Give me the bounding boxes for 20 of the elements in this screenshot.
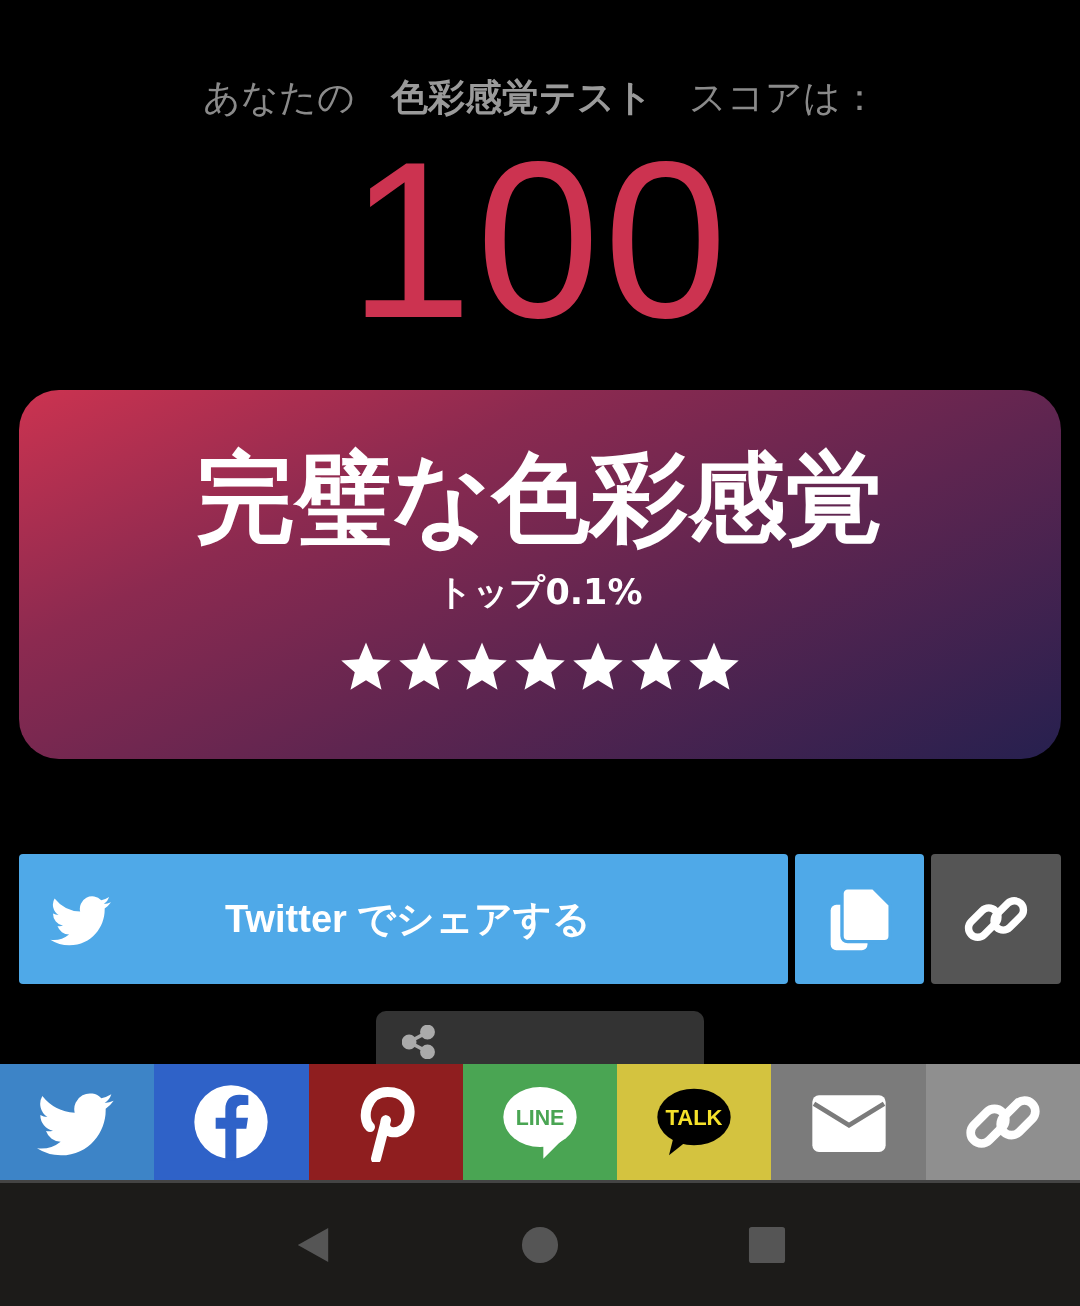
share-button[interactable]: [376, 1011, 704, 1065]
copy-button[interactable]: [794, 854, 925, 984]
twitter-share-button[interactable]: Twitter でシェアする: [19, 854, 788, 984]
email-share-button[interactable]: [771, 1064, 926, 1180]
home-icon[interactable]: [521, 1225, 559, 1264]
rank-text: トップ0.1%: [437, 571, 643, 614]
recents-icon[interactable]: [747, 1225, 786, 1264]
share-icon: [402, 1025, 436, 1059]
heading-text: スコアは：: [688, 75, 878, 121]
pinterest-share-button[interactable]: [308, 1064, 463, 1180]
kakaotalk-share-button[interactable]: TALK: [617, 1064, 772, 1180]
link-share-button[interactable]: [925, 1064, 1080, 1180]
score: 100: [348, 130, 732, 350]
copy-link-button[interactable]: [931, 854, 1061, 984]
result-title: 完璧な色彩感覚: [196, 440, 884, 557]
line-share-button[interactable]: LINE: [462, 1064, 618, 1180]
twitter-share-button[interactable]: [0, 1064, 155, 1180]
heading-text: あなたの: [202, 75, 355, 121]
facebook-share-button[interactable]: [154, 1064, 309, 1180]
test-name: 色彩感覚テスト: [390, 75, 653, 121]
